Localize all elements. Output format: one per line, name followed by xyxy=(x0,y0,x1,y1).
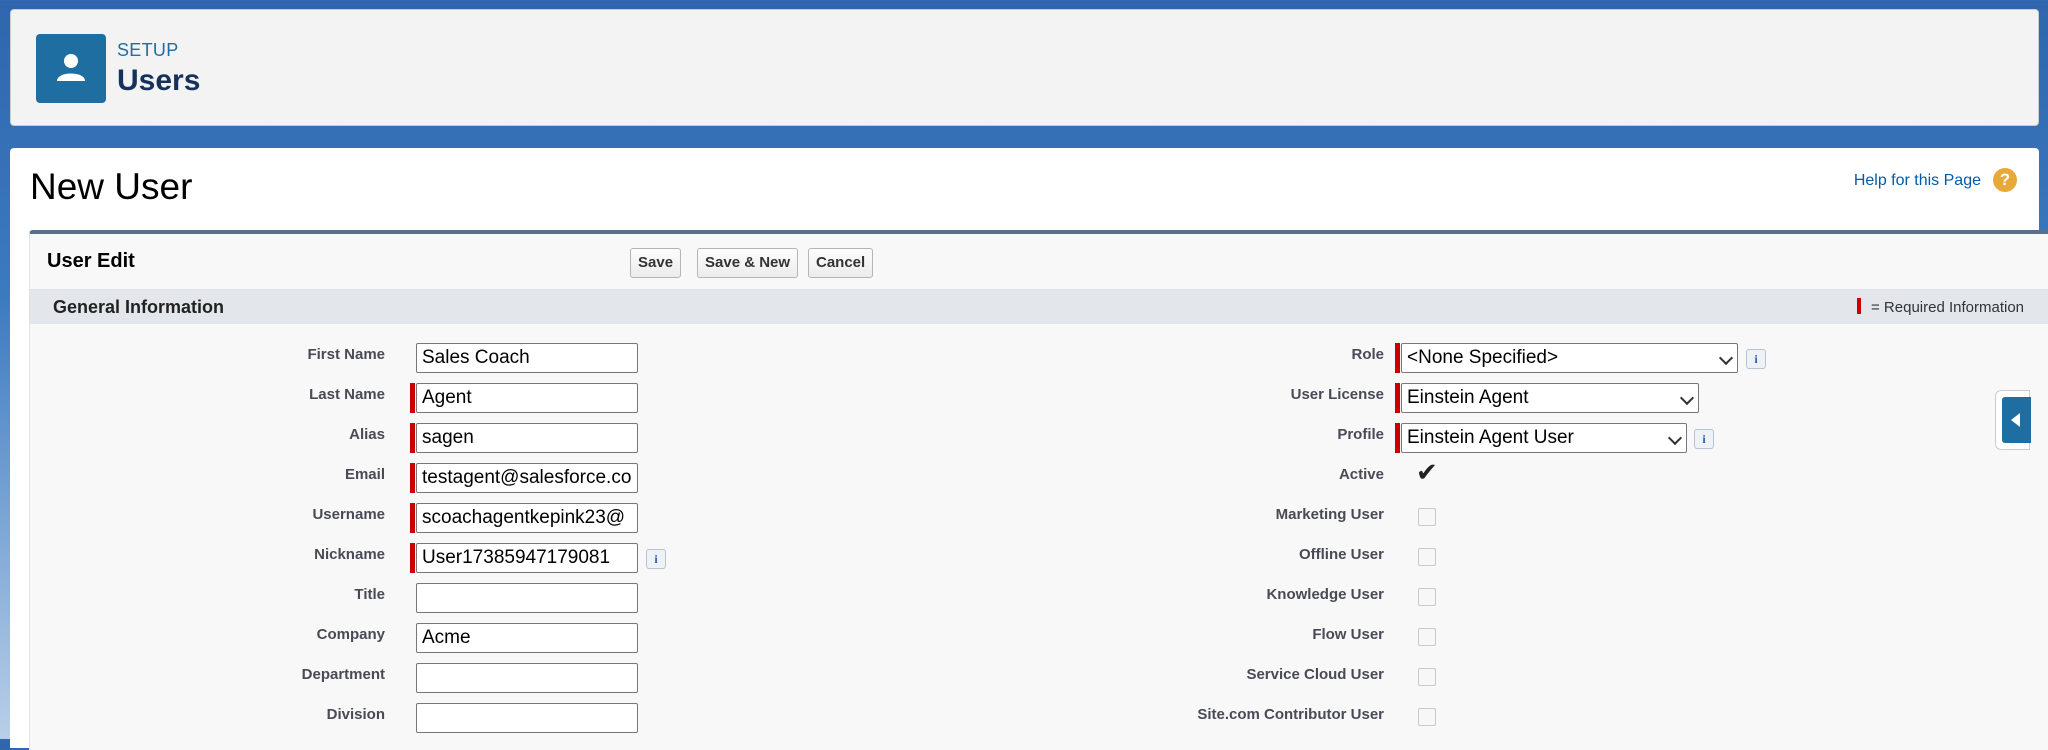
username-label: Username xyxy=(312,506,385,523)
user-license-select-value: Einstein Agent xyxy=(1407,387,1529,408)
user-edit-block: User Edit Save Save & New Cancel General… xyxy=(29,230,2048,750)
knowledge-user-checkbox[interactable] xyxy=(1418,588,1436,606)
nickname-info-icon[interactable]: i xyxy=(646,549,666,569)
user-license-label: User License xyxy=(1290,386,1384,403)
profile-select[interactable]: Einstein Agent User xyxy=(1401,423,1687,453)
required-legend-text: = Required Information xyxy=(1866,299,2024,316)
first-name-field[interactable] xyxy=(416,343,638,373)
company-field[interactable] xyxy=(416,623,638,653)
chevron-left-icon xyxy=(2002,397,2031,443)
profile-select-value: Einstein Agent User xyxy=(1407,427,1574,448)
required-marker-icon xyxy=(1856,298,1861,314)
main-content: New User Help for this Page ? User Edit … xyxy=(10,148,2048,750)
title-field[interactable] xyxy=(416,583,638,613)
chevron-down-icon xyxy=(1679,390,1695,406)
profile-label: Profile xyxy=(1337,426,1384,443)
required-indicator xyxy=(410,543,415,573)
active-label: Active xyxy=(1338,466,1384,483)
department-field[interactable] xyxy=(416,663,638,693)
last-name-label: Last Name xyxy=(309,386,385,403)
required-indicator xyxy=(1395,343,1400,373)
setup-header: SETUP Users xyxy=(10,9,2039,126)
help-link[interactable]: Help for this Page xyxy=(1854,172,1981,190)
flow-user-checkbox[interactable] xyxy=(1418,628,1436,646)
required-indicator xyxy=(410,383,415,413)
marketing-user-label: Marketing User xyxy=(1275,506,1384,523)
user-icon xyxy=(36,34,106,103)
block-title: User Edit xyxy=(47,250,135,272)
flow-user-label: Flow User xyxy=(1312,626,1384,643)
alias-field[interactable] xyxy=(416,423,638,453)
alias-label: Alias xyxy=(349,426,385,443)
save-button[interactable]: Save xyxy=(630,248,682,278)
service-cloud-user-label: Service Cloud User xyxy=(1246,666,1384,683)
chevron-down-icon xyxy=(1718,350,1734,366)
username-field[interactable] xyxy=(416,503,638,533)
required-legend: = Required Information xyxy=(1856,298,2024,316)
title-label: Title xyxy=(354,586,385,603)
nickname-field[interactable] xyxy=(416,543,638,573)
page-title: New User xyxy=(30,166,193,207)
cancel-button[interactable]: Cancel xyxy=(808,248,874,278)
division-field[interactable] xyxy=(416,703,638,733)
save-and-new-button[interactable]: Save & New xyxy=(697,248,799,278)
required-indicator xyxy=(410,503,415,533)
breadcrumb[interactable]: SETUP xyxy=(117,40,179,61)
required-indicator xyxy=(410,423,415,453)
email-label: Email xyxy=(344,466,385,483)
role-label: Role xyxy=(1351,346,1384,363)
knowledge-user-label: Knowledge User xyxy=(1266,586,1384,603)
first-name-label: First Name xyxy=(307,346,385,363)
nickname-label: Nickname xyxy=(314,546,385,563)
help-icon[interactable]: ? xyxy=(1993,168,2017,192)
company-label: Company xyxy=(316,626,385,643)
site-contributor-user-label: Site.com Contributor User xyxy=(1197,706,1384,723)
chevron-down-icon xyxy=(1667,430,1683,446)
role-select[interactable]: <None Specified> xyxy=(1401,343,1738,373)
required-indicator xyxy=(410,463,415,493)
offline-user-checkbox[interactable] xyxy=(1418,548,1436,566)
site-contributor-user-checkbox[interactable] xyxy=(1418,708,1436,726)
active-checkbox[interactable]: ✔ xyxy=(1416,459,1438,485)
required-indicator xyxy=(1395,423,1400,453)
department-label: Department xyxy=(301,666,385,683)
section-title: General Information xyxy=(53,297,225,317)
offline-user-label: Offline User xyxy=(1298,546,1384,563)
user-license-select[interactable]: Einstein Agent xyxy=(1401,383,1699,413)
service-cloud-user-checkbox[interactable] xyxy=(1418,668,1436,686)
email-field[interactable] xyxy=(416,463,638,493)
required-indicator xyxy=(1395,383,1400,413)
last-name-field[interactable] xyxy=(416,383,638,413)
role-info-icon[interactable]: i xyxy=(1746,349,1766,369)
division-label: Division xyxy=(326,706,385,723)
sidebar-toggle[interactable] xyxy=(1995,390,2031,450)
marketing-user-checkbox[interactable] xyxy=(1418,508,1436,526)
section-header: General Information = Required Informati… xyxy=(30,289,2048,324)
role-select-value: <None Specified> xyxy=(1407,347,1559,368)
page-header-title: Users xyxy=(117,64,201,97)
profile-info-icon[interactable]: i xyxy=(1694,429,1714,449)
